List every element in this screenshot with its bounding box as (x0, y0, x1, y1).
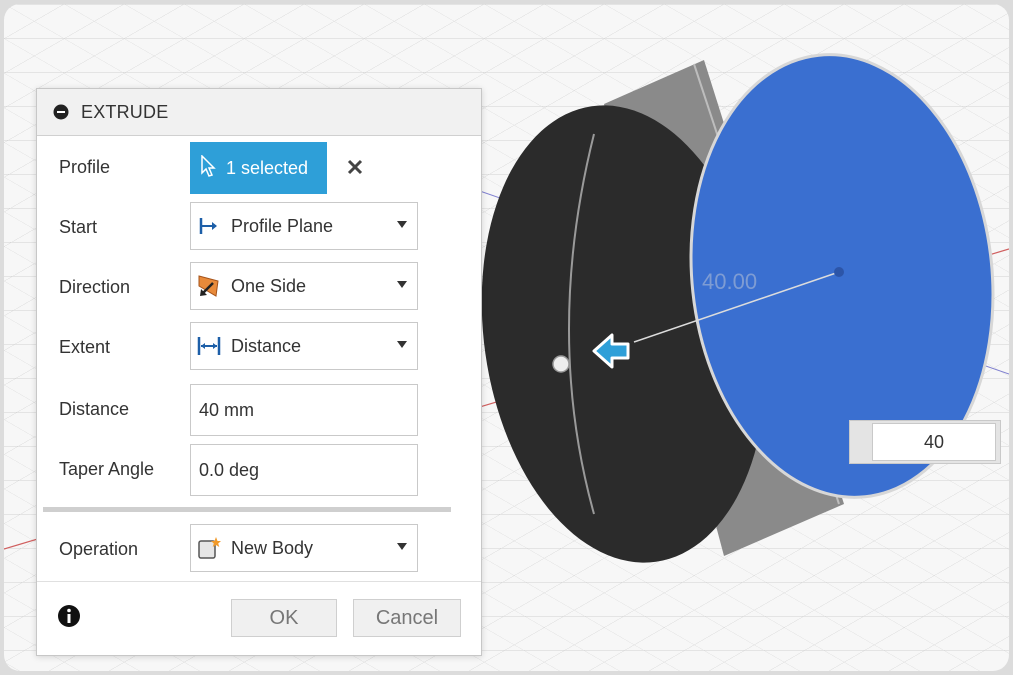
profile-select-button[interactable]: 1 selected (190, 142, 327, 194)
direction-value: One Side (231, 275, 307, 296)
dialog-title: EXTRUDE (81, 101, 169, 122)
start-dropdown[interactable]: Profile Plane (190, 202, 418, 250)
taper-angle-label: Taper Angle (59, 459, 155, 479)
profile-plane-icon (195, 212, 223, 240)
distance-field[interactable]: 40 mm (190, 384, 418, 436)
row-start: Start Profile Plane (37, 202, 481, 252)
operation-dropdown[interactable]: New Body (190, 524, 418, 572)
distance-input-overlay: 40 (849, 420, 1001, 464)
row-profile: Profile 1 selected (37, 142, 481, 194)
extrude-dialog: EXTRUDE Profile 1 selected Start Profile… (36, 88, 482, 656)
cursor-arrow-icon (200, 153, 220, 182)
taper-angle-value: 0.0 deg (199, 459, 260, 480)
profile-value: 1 selected (226, 157, 309, 178)
dialog-header: EXTRUDE (37, 89, 481, 136)
ok-button[interactable]: OK (231, 599, 337, 637)
row-direction: Direction One Side (37, 262, 481, 312)
section-divider (43, 507, 451, 512)
operation-label: Operation (59, 539, 139, 559)
info-icon[interactable] (57, 604, 81, 628)
chevron-down-icon (397, 341, 407, 348)
chevron-down-icon (397, 221, 407, 228)
start-value: Profile Plane (231, 215, 334, 236)
row-taper-angle: Taper Angle 0.0 deg (37, 444, 481, 496)
dialog-footer: OK Cancel (37, 582, 481, 655)
row-distance: Distance 40 mm (37, 384, 481, 436)
cancel-button[interactable]: Cancel (353, 599, 461, 637)
clear-selection-icon[interactable] (341, 153, 369, 181)
row-operation: Operation New Body (37, 524, 481, 574)
direction-dropdown[interactable]: One Side (190, 262, 418, 310)
start-label: Start (59, 217, 98, 237)
dimension-label: 40.00 (702, 269, 758, 294)
distance-input[interactable]: 40 (872, 423, 996, 461)
collapse-icon[interactable] (53, 104, 69, 120)
chevron-down-icon (397, 543, 407, 550)
one-side-icon (195, 272, 223, 300)
operation-value: New Body (231, 537, 314, 558)
app-window: 40.00 40 EXTRUDE Profile 1 selected Star… (4, 4, 1009, 671)
distance-value: 40 mm (199, 399, 255, 420)
direction-label: Direction (59, 277, 131, 297)
distance-label: Distance (59, 399, 130, 419)
taper-angle-field[interactable]: 0.0 deg (190, 444, 418, 496)
manipulator-handle[interactable] (552, 355, 570, 373)
row-extent: Extent Distance (37, 322, 481, 372)
extent-dropdown[interactable]: Distance (190, 322, 418, 370)
distance-icon (195, 332, 223, 360)
extent-value: Distance (231, 335, 302, 356)
profile-label: Profile (59, 157, 111, 177)
chevron-down-icon (397, 281, 407, 288)
extent-label: Extent (59, 337, 111, 357)
new-body-icon (195, 534, 223, 562)
